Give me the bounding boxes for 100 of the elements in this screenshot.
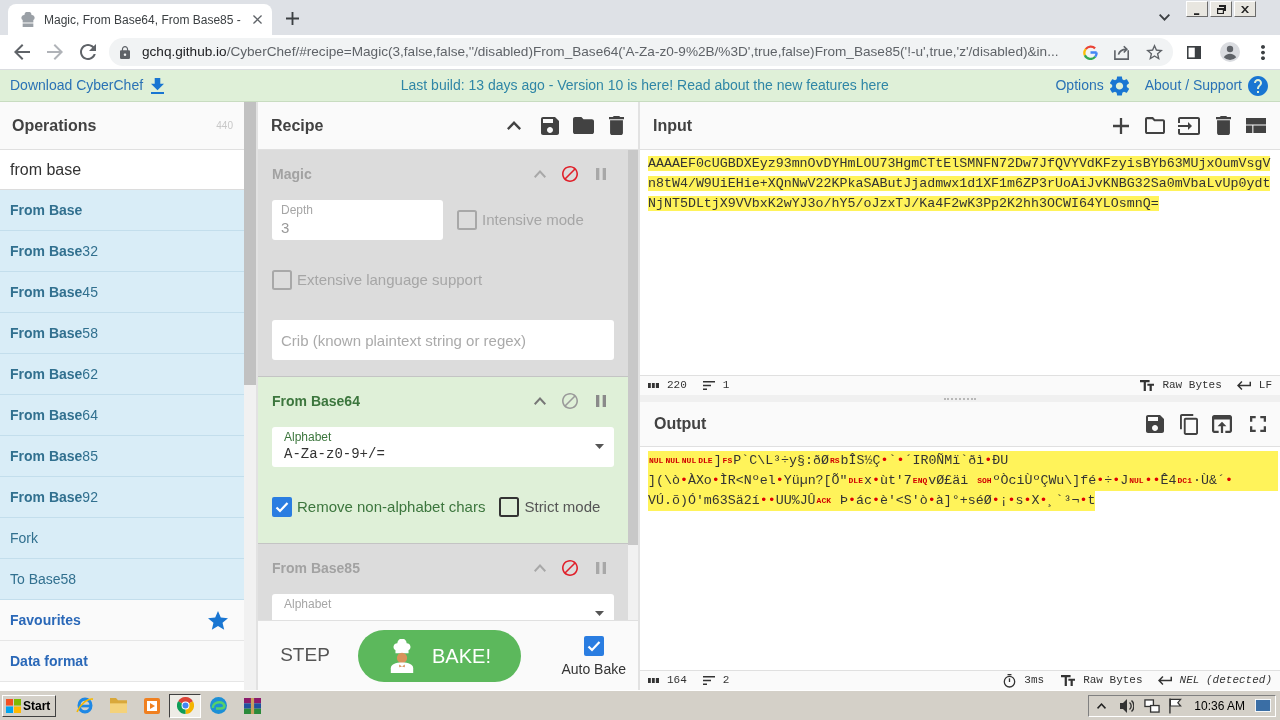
trash-icon[interactable] (609, 116, 624, 135)
show-hidden-icons-icon[interactable] (1097, 702, 1107, 709)
text-format-icon[interactable] (1140, 380, 1155, 391)
operation-title: From Base85 (272, 558, 360, 578)
bake-button[interactable]: BAKE! (358, 629, 521, 682)
panel-title: Input (653, 115, 693, 136)
line-count: 2 (722, 673, 730, 689)
play-icon[interactable] (144, 697, 161, 714)
url-text: gchq.github.io/CyberChef/#recipe=Magic(3,false,false,''/disabled)From_Base64('A-Za-z0-9%2B/%3D',true,false)From_Base85('!-u',true,'z'/disabled)&in... (142, 42, 1059, 61)
download-icon[interactable] (151, 77, 165, 94)
scrollbar-thumb[interactable] (244, 102, 256, 385)
add-tab-icon[interactable] (1113, 117, 1129, 134)
import-icon[interactable] (1178, 116, 1200, 135)
help-icon[interactable] (1248, 75, 1268, 96)
operation-item[interactable]: From Base58 (0, 313, 244, 354)
operation-item[interactable]: From Base92 (0, 477, 244, 518)
flag-icon[interactable] (1169, 697, 1183, 714)
resize-handle[interactable] (944, 397, 976, 400)
browser-tab[interactable]: Magic, From Base64, From Base85 - (8, 4, 272, 35)
speaker-icon[interactable] (1120, 698, 1135, 713)
encoding-label[interactable]: Raw Bytes (1162, 377, 1222, 394)
start-button[interactable]: Start (2, 694, 57, 717)
operation-item[interactable]: From Base85 (0, 436, 244, 477)
menu-icon[interactable] (1261, 44, 1265, 60)
timer-icon (1003, 673, 1017, 688)
address-bar[interactable]: gchq.github.io/CyberChef/#recipe=Magic(3,false,false,''/disabled)From_Base64('A-Za-z0-9%2B/%3D',true,false)From_Base85('!-u',true,'z'/disabled)&in... (109, 38, 1173, 66)
line-count: 1 (722, 378, 730, 394)
collapse-icon[interactable] (534, 397, 546, 405)
character-count-icon (648, 678, 659, 683)
flag-logo-icon (6, 698, 21, 713)
profile-avatar-icon[interactable] (1220, 42, 1240, 62)
g-logo-icon[interactable] (1083, 44, 1098, 60)
caret-icon (595, 444, 604, 449)
breakpoint-icon[interactable] (596, 395, 606, 407)
fullscreen-icon[interactable] (1250, 416, 1266, 432)
close-window-button[interactable] (1234, 1, 1256, 17)
return-arrow-icon[interactable] (1157, 676, 1172, 685)
download-link[interactable]: Download CyberChef (10, 75, 144, 96)
operation-item[interactable]: From Base62 (0, 354, 244, 395)
about-support-link[interactable]: About / Support (1144, 75, 1242, 96)
output-text[interactable]: NUL NUL NUL DLE]FS P`C\L³÷y§:ðØRSbÎS½Ç•`•´IR0ÑMï`ðì•ÐU ](\ò•ÀXo•ÌR<Nºel•Yüµn?[Õ"DLE x•ùt'7 ENQ vØ£äi SOH ºÒciÙºÇWu\]fé•÷•J NUL••Ê4 DC1·Ù&´• VÚ.õ)Ó'm63Sä2í••UU%JÛACK Þ•ác•è'<S'ò•à]°+séØ•¡•s•X•¸`³¬•t (648, 451, 1278, 511)
line-count-icon (702, 676, 715, 685)
options-link[interactable]: Options (1055, 75, 1104, 96)
return-arrow-icon[interactable] (1236, 381, 1251, 390)
scrollbar[interactable] (628, 150, 638, 620)
checkbox[interactable] (272, 497, 292, 517)
bookmark-star-icon[interactable] (1146, 44, 1163, 60)
network-icon[interactable] (1144, 698, 1161, 713)
scrollbar[interactable] (244, 102, 256, 690)
save-icon[interactable] (541, 116, 559, 135)
folder-icon[interactable] (1145, 117, 1165, 134)
trash-icon[interactable] (1216, 116, 1231, 135)
category-item[interactable]: Data format (10, 650, 88, 672)
category-item[interactable]: Favourites (10, 609, 81, 631)
round-logo-icon (176, 697, 194, 714)
clock: 10:36 AM (1194, 697, 1245, 715)
operation-item[interactable]: Fork (0, 518, 244, 559)
layout-icon[interactable] (1246, 118, 1266, 133)
encoding-label[interactable]: Raw Bytes (1083, 672, 1143, 689)
operation-item[interactable]: From Base45 (0, 272, 244, 313)
side-panel-icon[interactable] (1187, 45, 1201, 59)
taskbar-button[interactable] (169, 693, 202, 718)
folder-icon[interactable] (573, 117, 594, 134)
eol-label[interactable]: NEL (detected) (1179, 672, 1272, 689)
length-count: 164 (667, 673, 687, 689)
checkbox[interactable] (499, 497, 520, 517)
minimize-button[interactable] (1186, 1, 1208, 17)
operation-item[interactable]: To Base58 (0, 559, 244, 600)
show-desktop-icon[interactable] (1255, 699, 1271, 712)
auto-bake-checkbox[interactable] (583, 635, 604, 656)
books-icon[interactable] (244, 697, 262, 714)
auto-bake-label: Auto Bake (561, 659, 626, 679)
close-icon (1241, 5, 1249, 13)
panel-title: Recipe (271, 115, 324, 136)
settings-icon[interactable] (1109, 75, 1129, 96)
operation-item[interactable]: From Base32 (0, 231, 244, 272)
collapse-all-icon[interactable] (507, 121, 521, 130)
back-icon[interactable] (14, 44, 30, 60)
reload-icon[interactable] (80, 44, 96, 60)
operation-item[interactable]: From Base (0, 190, 244, 231)
operation-item[interactable]: From Base64 (0, 395, 244, 436)
step-button[interactable]: STEP (272, 635, 338, 676)
length-count: 220 (667, 378, 687, 394)
chef-hat-favicon-icon (20, 12, 36, 27)
copy-icon[interactable] (1180, 413, 1198, 435)
operation-title: From Base64 (272, 391, 360, 411)
scrollbar-thumb[interactable] (628, 150, 638, 545)
share-icon[interactable] (1114, 44, 1130, 60)
save-icon[interactable] (1146, 415, 1164, 433)
select-field[interactable]: Alphabet A-Za-z0-9+/= (272, 427, 614, 467)
new-tab-icon[interactable] (285, 12, 299, 25)
restore-button[interactable] (1210, 1, 1232, 17)
text-format-icon[interactable] (1061, 675, 1076, 686)
lock-icon[interactable] (120, 45, 130, 59)
tab-search-icon[interactable] (1159, 14, 1170, 21)
caret-icon (595, 611, 604, 616)
open-in-window-icon[interactable] (1212, 415, 1232, 433)
eol-label[interactable]: LF (1258, 377, 1272, 394)
close-tab-icon[interactable] (252, 15, 262, 24)
checkbox-label: Strict mode (524, 496, 601, 517)
